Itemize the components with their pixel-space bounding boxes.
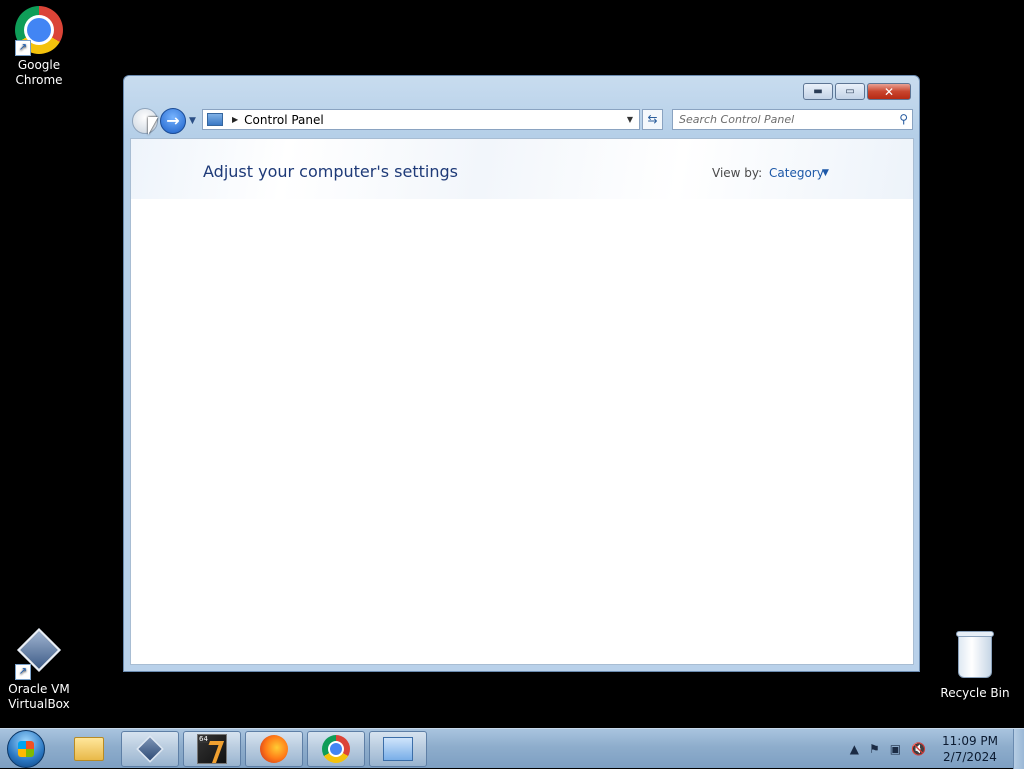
search-box[interactable]: ⚲ [672,109,913,130]
action-center-flag-icon[interactable]: ⚑ [869,742,880,756]
show-hidden-icons-button[interactable]: ▲ [850,742,859,756]
clock-date: 2/7/2024 [943,750,997,764]
navigation-bar: → ▼ ▶ Control Panel ▼ ⇆ ⚲ [130,108,913,134]
chevron-down-icon[interactable]: ▼ [822,168,829,178]
desktop-icon-google-chrome[interactable]: ↗ Google Chrome [1,6,77,88]
search-icon[interactable]: ⚲ [899,112,908,126]
content-pane: Adjust your computer's settings View by:… [130,138,914,665]
chrome-icon: ↗ [15,6,63,56]
start-button[interactable] [7,730,45,768]
breadcrumb-control-panel[interactable]: Control Panel [244,113,324,127]
taskbar-chrome[interactable] [307,731,365,767]
chrome-icon [322,735,350,763]
chevron-down-icon: ▼ [189,116,196,126]
desktop-icon-label: Chrome [15,73,63,87]
desktop-icon-recycle-bin[interactable]: Recycle Bin [937,631,1013,701]
desktop-icon-label: Oracle VM [8,682,70,696]
maximize-button[interactable]: ▭ [835,83,865,100]
virtualbox-icon: ↗ [15,627,63,680]
virtualbox-icon [136,735,164,763]
window-controls: ▬ ▭ ✕ [803,83,911,100]
arrow-right-icon: → [166,111,180,130]
close-button[interactable]: ✕ [867,83,911,100]
taskbar-app64[interactable]: 64 [183,731,241,767]
taskbar-virtualbox[interactable] [121,731,179,767]
breadcrumb-arrow-icon[interactable]: ▶ [232,115,238,124]
forward-button[interactable]: → [160,108,186,134]
taskbar-control-panel[interactable] [369,731,427,767]
recent-pages-button[interactable]: ▼ [189,116,196,126]
desktop-icon-virtualbox[interactable]: ↗ Oracle VM VirtualBox [1,627,77,712]
firefox-icon [260,735,288,763]
view-by-label: View by: [712,166,763,180]
address-history-dropdown[interactable]: ▼ [627,115,633,124]
view-by-dropdown[interactable]: Category [769,166,824,180]
taskbar-windows-explorer[interactable] [60,731,118,767]
mouse-cursor-icon [148,117,158,135]
shortcut-arrow-icon: ↗ [15,664,31,680]
desktop-icon-label: Recycle Bin [940,686,1010,700]
shortcut-arrow-icon: ↗ [15,40,31,56]
control-panel-icon [383,737,413,761]
clock[interactable]: 11:09 PM 2/7/2024 [942,733,998,765]
refresh-icon: ⇆ [647,112,658,126]
taskbar-firefox[interactable] [245,731,303,767]
minimize-button[interactable]: ▬ [803,83,833,100]
app64-icon: 64 [197,734,227,764]
control-panel-window[interactable]: ▬ ▭ ✕ → ▼ ▶ Control Panel ▼ ⇆ ⚲ Adjust y… [123,75,920,672]
address-bar[interactable]: ▶ Control Panel ▼ [202,109,640,130]
clock-time: 11:09 PM [942,734,998,748]
page-title: Adjust your computer's settings [203,162,458,181]
refresh-button[interactable]: ⇆ [642,109,663,130]
show-desktop-button[interactable] [1013,729,1024,769]
app64-badge: 64 [199,735,208,743]
system-tray: ▲ ⚑ ▣ 🔇 11:09 PM 2/7/2024 [850,729,1012,769]
desktop-icon-label: Google [17,58,61,72]
control-panel-icon [207,113,223,126]
taskbar: 64 ▲ ⚑ ▣ 🔇 11:09 PM 2/7/2024 [0,728,1024,769]
volume-muted-icon[interactable]: 🔇 [911,742,926,756]
search-input[interactable] [673,110,889,129]
recycle-bin-icon [951,631,999,684]
folder-icon [74,737,104,761]
desktop-icon-label: VirtualBox [8,697,70,711]
network-icon[interactable]: ▣ [890,742,901,756]
